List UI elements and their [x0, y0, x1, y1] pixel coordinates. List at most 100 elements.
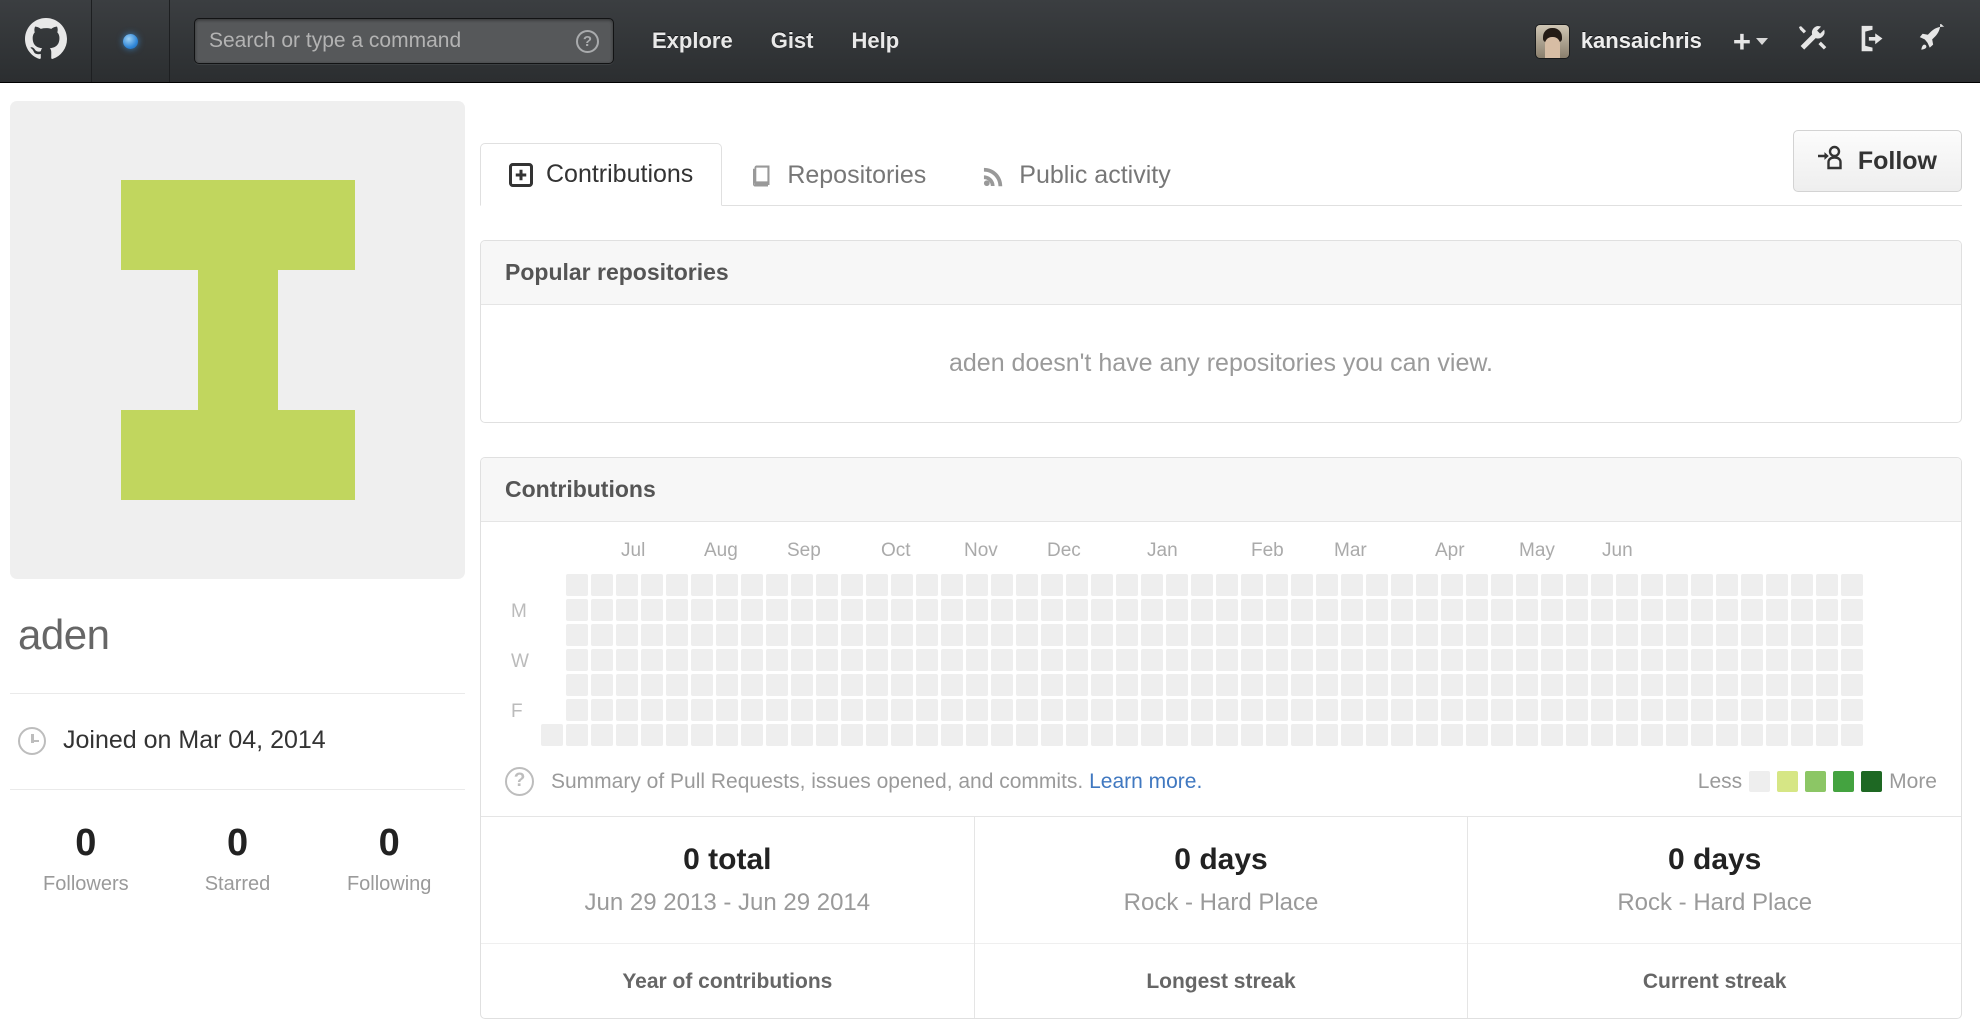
contribution-cell[interactable] — [1116, 624, 1138, 646]
contribution-cell[interactable] — [1716, 649, 1738, 671]
contribution-cell[interactable] — [716, 649, 738, 671]
contribution-cell[interactable] — [1666, 599, 1688, 621]
contribution-cell[interactable] — [1016, 724, 1038, 746]
contribution-cell[interactable] — [1066, 599, 1088, 621]
contribution-cell[interactable] — [1216, 574, 1238, 596]
contribution-cell[interactable] — [816, 649, 838, 671]
contribution-cell[interactable] — [1616, 649, 1638, 671]
contribution-cell[interactable] — [566, 699, 588, 721]
contribution-cell[interactable] — [741, 699, 763, 721]
contribution-cell[interactable] — [1391, 674, 1413, 696]
contribution-cell[interactable] — [641, 674, 663, 696]
contribution-cell[interactable] — [1091, 674, 1113, 696]
contribution-cell[interactable] — [1666, 724, 1688, 746]
contribution-cell[interactable] — [1016, 674, 1038, 696]
contribution-cell[interactable] — [1466, 699, 1488, 721]
contribution-cell[interactable] — [1266, 699, 1288, 721]
contribution-cell[interactable] — [1266, 624, 1288, 646]
contribution-cell[interactable] — [916, 699, 938, 721]
contribution-cell[interactable] — [1441, 724, 1463, 746]
contribution-cell[interactable] — [641, 574, 663, 596]
contribution-cell[interactable] — [1441, 599, 1463, 621]
contribution-cell[interactable] — [1416, 724, 1438, 746]
contribution-cell[interactable] — [666, 624, 688, 646]
contribution-cell[interactable] — [1466, 674, 1488, 696]
contribution-cell[interactable] — [1116, 674, 1138, 696]
contribution-cell[interactable] — [1566, 674, 1588, 696]
contribution-cell[interactable] — [1516, 599, 1538, 621]
contribution-cell[interactable] — [716, 574, 738, 596]
contribution-cell[interactable] — [1416, 699, 1438, 721]
contribution-cell[interactable] — [991, 574, 1013, 596]
contribution-cell[interactable] — [1616, 599, 1638, 621]
contribution-cell[interactable] — [1541, 624, 1563, 646]
contribution-cell[interactable] — [816, 699, 838, 721]
contribution-cell[interactable] — [1766, 624, 1788, 646]
contribution-cell[interactable] — [616, 599, 638, 621]
contribution-cell[interactable] — [566, 599, 588, 621]
contribution-cell[interactable] — [991, 699, 1013, 721]
contribution-cell[interactable] — [1141, 674, 1163, 696]
contribution-cell[interactable] — [1816, 649, 1838, 671]
contribution-cell[interactable] — [666, 724, 688, 746]
contribution-cell[interactable] — [866, 674, 888, 696]
contribution-cell[interactable] — [1466, 649, 1488, 671]
contribution-cell[interactable] — [866, 699, 888, 721]
contribution-cell[interactable] — [1166, 674, 1188, 696]
contribution-cell[interactable] — [1141, 574, 1163, 596]
contribution-cell[interactable] — [566, 574, 588, 596]
contribution-cell[interactable] — [891, 624, 913, 646]
contribution-cell[interactable] — [991, 724, 1013, 746]
contribution-cell[interactable] — [1791, 574, 1813, 596]
contribution-cell[interactable] — [1041, 599, 1063, 621]
contribution-cell[interactable] — [1816, 699, 1838, 721]
user-menu[interactable]: kansaichris — [1520, 24, 1718, 58]
contribution-cell[interactable] — [841, 724, 863, 746]
contribution-cell[interactable] — [591, 574, 613, 596]
contribution-cell[interactable] — [1641, 674, 1663, 696]
settings-button[interactable] — [1783, 0, 1843, 82]
contribution-cell[interactable] — [716, 624, 738, 646]
contribution-cell[interactable] — [1091, 624, 1113, 646]
contribution-cell[interactable] — [1016, 699, 1038, 721]
contribution-cell[interactable] — [1691, 699, 1713, 721]
contribution-cell[interactable] — [1316, 624, 1338, 646]
contribution-cell[interactable] — [1316, 599, 1338, 621]
contribution-cell[interactable] — [691, 724, 713, 746]
contribution-cell[interactable] — [1716, 674, 1738, 696]
contribution-cell[interactable] — [941, 724, 963, 746]
contribution-cell[interactable] — [541, 724, 563, 746]
contribution-cell[interactable] — [966, 624, 988, 646]
contribution-cell[interactable] — [1641, 574, 1663, 596]
contribution-cell[interactable] — [1416, 674, 1438, 696]
contribution-cell[interactable] — [1691, 624, 1713, 646]
contribution-cell[interactable] — [1491, 649, 1513, 671]
contribution-cell[interactable] — [1416, 624, 1438, 646]
contribution-cell[interactable] — [941, 624, 963, 646]
contribution-cell[interactable] — [916, 599, 938, 621]
contribution-cell[interactable] — [1016, 649, 1038, 671]
contribution-cell[interactable] — [616, 574, 638, 596]
contribution-cell[interactable] — [841, 699, 863, 721]
contribution-cell[interactable] — [1241, 699, 1263, 721]
contribution-cell[interactable] — [1191, 724, 1213, 746]
contribution-cell[interactable] — [791, 649, 813, 671]
contribution-cell[interactable] — [1116, 699, 1138, 721]
contribution-cell[interactable] — [1616, 674, 1638, 696]
contribution-cell[interactable] — [1391, 724, 1413, 746]
contribution-cell[interactable] — [641, 649, 663, 671]
contribution-cell[interactable] — [691, 699, 713, 721]
contribution-cell[interactable] — [1491, 724, 1513, 746]
contribution-cell[interactable] — [1616, 574, 1638, 596]
contribution-cell[interactable] — [1441, 674, 1463, 696]
contribution-cell[interactable] — [1166, 699, 1188, 721]
contribution-cell[interactable] — [1591, 699, 1613, 721]
contribution-cell[interactable] — [1491, 624, 1513, 646]
contribution-cell[interactable] — [1566, 724, 1588, 746]
contribution-cell[interactable] — [1291, 674, 1313, 696]
contribution-cell[interactable] — [1841, 699, 1863, 721]
question-circle-icon[interactable]: ? — [505, 767, 534, 796]
contribution-cell[interactable] — [691, 649, 713, 671]
contribution-cell[interactable] — [566, 674, 588, 696]
contribution-cell[interactable] — [591, 624, 613, 646]
